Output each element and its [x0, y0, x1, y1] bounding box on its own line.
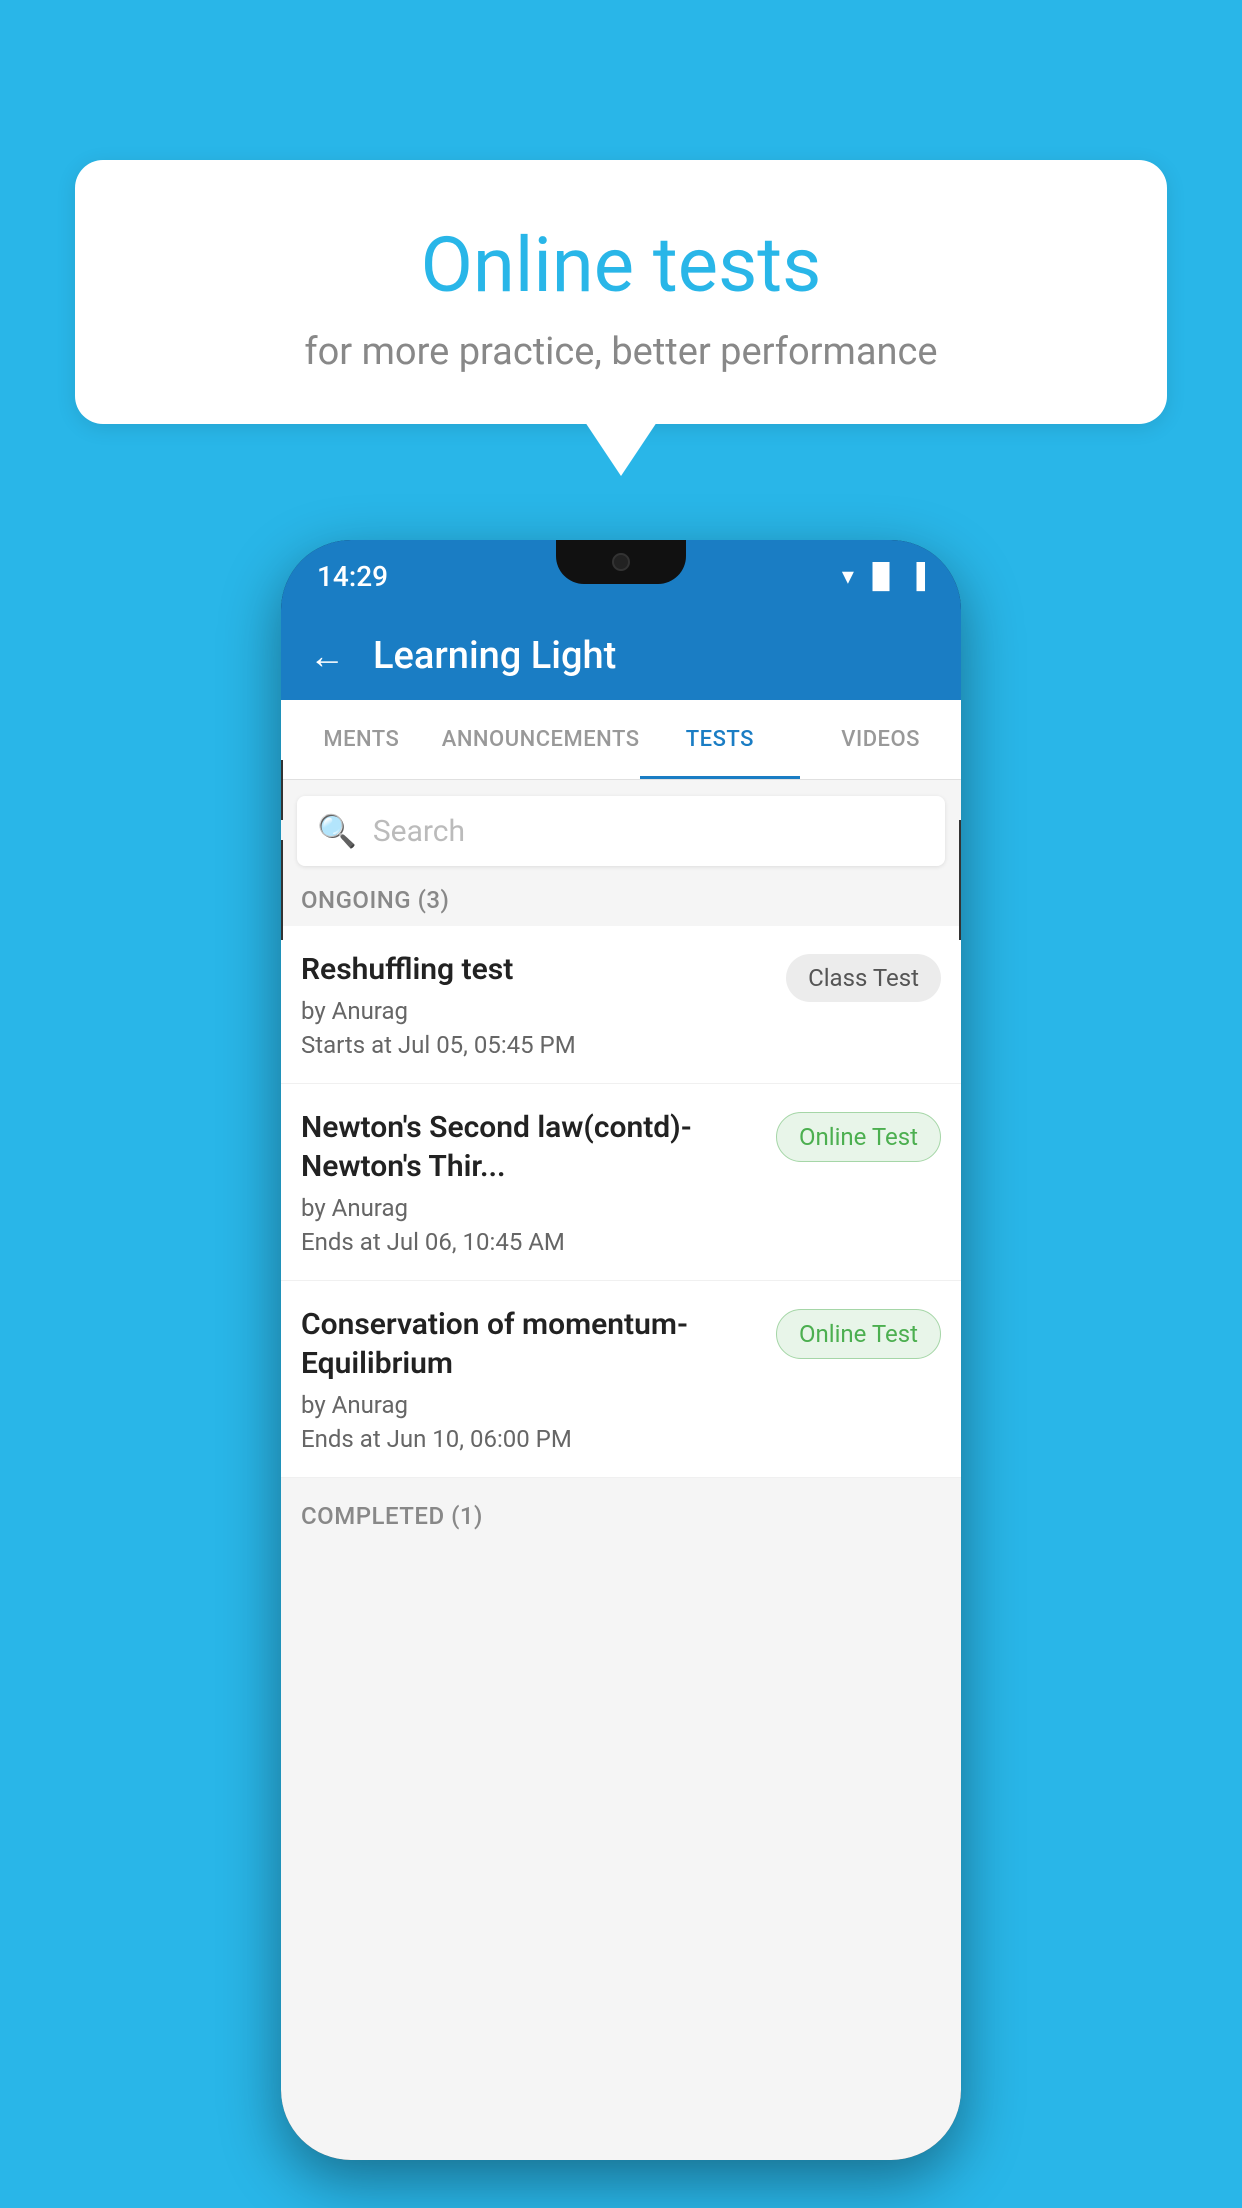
tab-videos[interactable]: VIDEOS [800, 700, 961, 779]
speech-bubble: Online tests for more practice, better p… [75, 160, 1167, 424]
test-date: Starts at Jul 05, 05:45 PM [301, 1031, 770, 1059]
tab-tests[interactable]: TESTS [640, 700, 801, 779]
tab-bar: MENTS ANNOUNCEMENTS TESTS VIDEOS [281, 700, 961, 780]
test-list: Reshuffling test by Anurag Starts at Jul… [281, 926, 961, 1478]
search-input[interactable]: Search [373, 814, 465, 849]
test-date: Ends at Jul 06, 10:45 AM [301, 1228, 760, 1256]
ongoing-section-header: ONGOING (3) [281, 866, 961, 926]
power-button [959, 820, 961, 940]
test-item[interactable]: Newton's Second law(contd)-Newton's Thir… [281, 1084, 961, 1281]
test-title: Conservation of momentum-Equilibrium [301, 1305, 760, 1383]
test-author: by Anurag [301, 997, 770, 1025]
test-info: Newton's Second law(contd)-Newton's Thir… [301, 1108, 760, 1256]
test-item[interactable]: Conservation of momentum-Equilibrium by … [281, 1281, 961, 1478]
notch [556, 540, 686, 584]
tab-ments[interactable]: MENTS [281, 700, 442, 779]
camera [612, 553, 630, 571]
battery-icon: ▐ [908, 562, 925, 591]
phone-frame: 14:29 ▾ ▐▌ ▐ ← Learning Light MENTS ANNO… [281, 540, 961, 2160]
bubble-title: Online tests [115, 220, 1127, 310]
test-info: Conservation of momentum-Equilibrium by … [301, 1305, 760, 1453]
test-author: by Anurag [301, 1194, 760, 1222]
search-icon: 🔍 [317, 812, 357, 850]
test-badge: Online Test [776, 1309, 941, 1359]
status-icons: ▾ ▐▌ ▐ [842, 562, 925, 591]
test-badge: Class Test [786, 954, 941, 1002]
wifi-icon: ▾ [842, 562, 854, 590]
test-title: Newton's Second law(contd)-Newton's Thir… [301, 1108, 760, 1186]
tab-announcements[interactable]: ANNOUNCEMENTS [442, 700, 640, 779]
test-title: Reshuffling test [301, 950, 770, 989]
completed-section-header: COMPLETED (1) [281, 1486, 961, 1538]
test-badge: Online Test [776, 1112, 941, 1162]
test-info: Reshuffling test by Anurag Starts at Jul… [301, 950, 770, 1059]
phone-content: 🔍 Search ONGOING (3) Reshuffling test by… [281, 780, 961, 2160]
signal-icon: ▐▌ [864, 562, 898, 591]
test-item[interactable]: Reshuffling test by Anurag Starts at Jul… [281, 926, 961, 1084]
back-button[interactable]: ← [309, 635, 345, 677]
app-header: ← Learning Light [281, 612, 961, 700]
status-time: 14:29 [317, 560, 388, 593]
search-bar[interactable]: 🔍 Search [297, 796, 945, 866]
volume-up-button [281, 840, 283, 940]
test-author: by Anurag [301, 1391, 760, 1419]
bubble-subtitle: for more practice, better performance [115, 330, 1127, 374]
test-date: Ends at Jun 10, 06:00 PM [301, 1425, 760, 1453]
app-title: Learning Light [373, 634, 616, 678]
status-bar: 14:29 ▾ ▐▌ ▐ [281, 540, 961, 612]
